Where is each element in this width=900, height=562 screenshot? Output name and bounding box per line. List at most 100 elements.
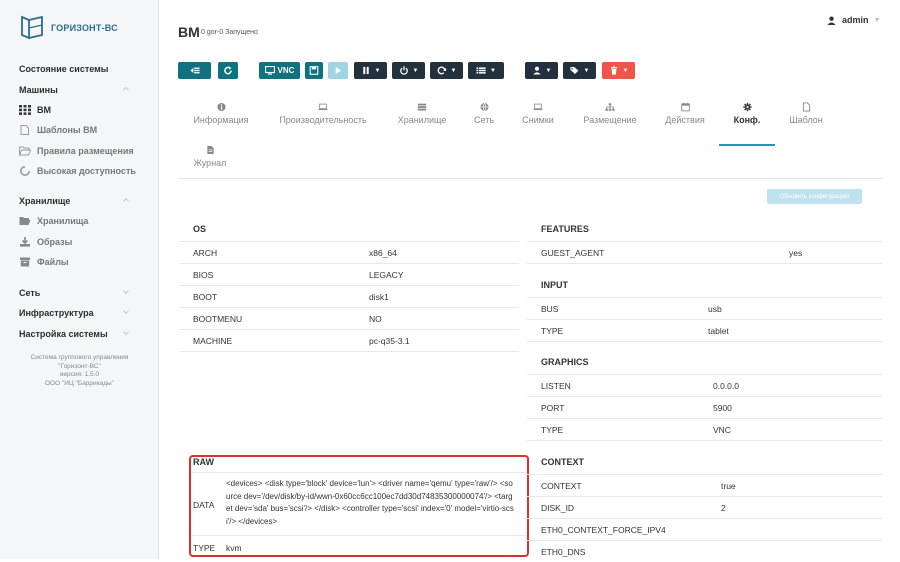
- table-row: TYPE VNC: [527, 418, 882, 440]
- context-key: DISK_ID: [541, 502, 575, 513]
- context-key: CONTEXT: [541, 480, 582, 491]
- graphics-key: LISTEN: [541, 380, 571, 391]
- tab-placement[interactable]: Размещение: [580, 101, 640, 125]
- chevron-down-icon[interactable]: [123, 289, 129, 295]
- tab-storage[interactable]: Хранилище: [396, 101, 448, 125]
- sidebar-item-vm-templates[interactable]: Шаблоны ВМ: [19, 125, 97, 135]
- chevron-down-icon[interactable]: [123, 330, 129, 336]
- raw-section-title: RAW: [193, 457, 214, 467]
- list-back-icon: [189, 67, 200, 74]
- tab-template[interactable]: Шаблон: [786, 101, 826, 125]
- file-icon: [20, 125, 29, 135]
- logo[interactable]: ГОРИЗОНТ-ВС: [19, 13, 123, 43]
- tabs-divider: [178, 178, 882, 179]
- sidebar-machines[interactable]: Машины: [19, 85, 58, 95]
- folder-open-icon: [19, 146, 31, 156]
- sidebar-item-label: Высокая доступность: [37, 166, 136, 176]
- input-key: TYPE: [541, 325, 564, 336]
- server-icon: [417, 103, 427, 111]
- sidebar-item-datastores[interactable]: Хранилища: [19, 216, 88, 226]
- os-value: NO: [369, 313, 382, 324]
- update-config-button[interactable]: Обновить конфигурацию: [767, 189, 862, 204]
- footer-line: версия: 1.5.0: [59, 371, 100, 378]
- caret-down-icon: ▼: [873, 16, 881, 24]
- context-key: ETH0_DNS: [541, 546, 586, 557]
- monitor-icon: [264, 66, 275, 75]
- divider: [527, 263, 882, 264]
- pause-dropdown-button[interactable]: ▼: [354, 62, 387, 79]
- folder-open-icon: [19, 217, 31, 225]
- laptop-icon: [318, 103, 328, 111]
- sidebar-item-label: Шаблоны ВМ: [37, 125, 98, 135]
- raw-type-value: kvm: [226, 543, 242, 553]
- chevron-down-icon[interactable]: [123, 309, 129, 315]
- sidebar-network[interactable]: Сеть: [19, 288, 40, 298]
- divider: [527, 440, 882, 441]
- footer-line: Система группового управления: [30, 354, 129, 361]
- logo-icon: [21, 15, 43, 40]
- sidebar-item-high-availability[interactable]: Высокая доступность: [19, 166, 136, 176]
- refresh-icon: [224, 66, 232, 75]
- sidebar-item-vm[interactable]: ВМ: [19, 105, 51, 115]
- pause-icon: [362, 66, 369, 75]
- sidebar-item-images[interactable]: Образы: [19, 237, 72, 247]
- os-key: MACHINE: [193, 335, 233, 346]
- tab-info[interactable]: Информация: [190, 101, 252, 125]
- os-section-title: OS: [193, 224, 207, 234]
- play-icon: [335, 66, 342, 75]
- os-value: pc-q35-3.1: [369, 335, 410, 346]
- tab-label: Конф.: [733, 115, 761, 125]
- sidebar-item-placement-rules[interactable]: Правила размещения: [19, 146, 134, 156]
- divider: [179, 351, 519, 352]
- sidebar: ГОРИЗОНТ-ВС Состояние системы Машины ВМ …: [0, 0, 159, 559]
- context-value: 2: [721, 502, 726, 513]
- context-key: ETH0_CONTEXT_FORCE_IPV4: [541, 524, 666, 535]
- chevron-up-icon[interactable]: [123, 197, 129, 203]
- save-button[interactable]: [305, 62, 323, 79]
- table-row: TYPE tablet: [527, 319, 882, 341]
- owner-dropdown-button[interactable]: ▼: [525, 62, 558, 79]
- graphics-value: 0.0.0.0: [713, 380, 739, 391]
- tab-actions[interactable]: Действия: [663, 101, 707, 125]
- tab-label: Хранилище: [397, 115, 447, 125]
- tab-performance[interactable]: Производительность: [276, 101, 370, 125]
- os-value: LEGACY: [369, 269, 404, 280]
- os-value: x86_64: [369, 247, 397, 258]
- refresh-button[interactable]: [218, 62, 238, 79]
- tab-snapshots[interactable]: Снимки: [519, 101, 557, 125]
- sidebar-infrastructure[interactable]: Инфраструктура: [19, 308, 94, 318]
- sidebar-item-files[interactable]: Файлы: [19, 257, 69, 267]
- more-dropdown-button[interactable]: ▼: [468, 62, 504, 79]
- delete-dropdown-button[interactable]: ▼: [602, 62, 635, 79]
- reboot-dropdown-button[interactable]: ▼: [430, 62, 463, 79]
- tab-network[interactable]: Сеть: [472, 101, 496, 125]
- chevron-up-icon[interactable]: [123, 86, 129, 92]
- sidebar-settings[interactable]: Настройка системы: [19, 329, 108, 339]
- sidebar-storage[interactable]: Хранилище: [19, 196, 70, 206]
- table-row: BOOTMENU NO: [179, 307, 519, 329]
- tab-label: Действия: [665, 115, 705, 125]
- labels-dropdown-button[interactable]: ▼: [563, 62, 596, 79]
- footer-line: "Горизонт-ВС": [58, 362, 101, 370]
- graphics-value: 5900: [713, 402, 732, 413]
- table-row: ARCH x86_64: [179, 241, 519, 263]
- user-icon: [532, 66, 541, 75]
- save-icon: [309, 66, 319, 75]
- input-value: usb: [708, 303, 722, 314]
- tab-log[interactable]: Журнал: [190, 144, 230, 168]
- sidebar-system-status[interactable]: Состояние системы: [19, 64, 108, 74]
- vnc-button[interactable]: VNC: [259, 62, 300, 79]
- tab-label: Шаблон: [789, 115, 823, 125]
- back-to-list-button[interactable]: [178, 62, 211, 79]
- os-key: BOOT: [193, 291, 218, 302]
- table-row: CONTEXT true: [527, 474, 882, 496]
- play-button[interactable]: [328, 62, 348, 79]
- user-menu[interactable]: admin ▼: [827, 15, 880, 25]
- info-icon: [216, 102, 226, 112]
- power-icon: [399, 66, 408, 75]
- power-dropdown-button[interactable]: ▼: [392, 62, 425, 79]
- table-row: BOOT disk1: [179, 285, 519, 307]
- tab-config[interactable]: Конф.: [726, 101, 768, 125]
- vm-status-subtitle: 0 gor-0 Запущено: [201, 29, 258, 36]
- context-value: true: [721, 480, 736, 491]
